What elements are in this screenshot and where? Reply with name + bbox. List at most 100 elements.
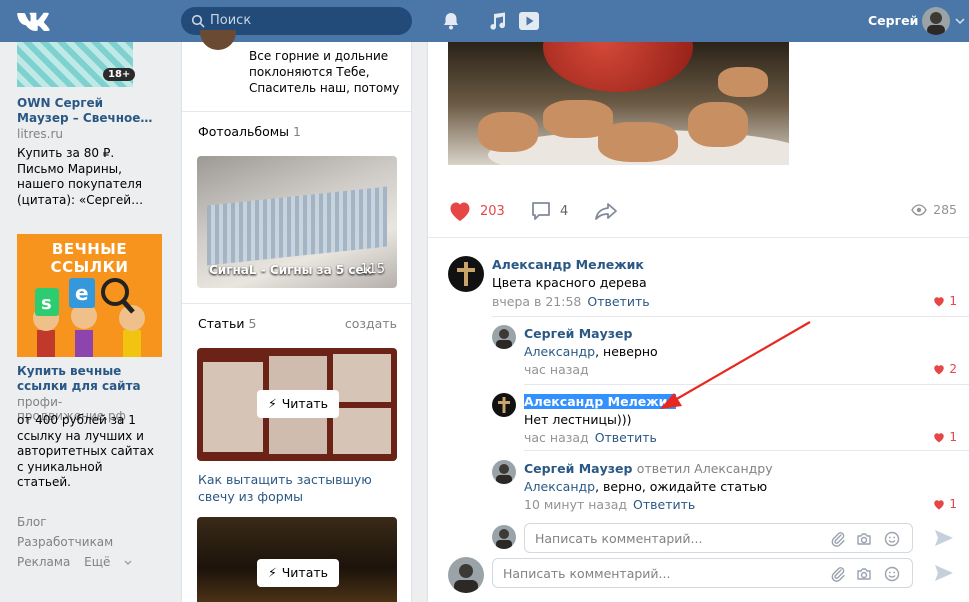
comment-like-button[interactable]: 2 [933,362,957,376]
comment-button[interactable]: 4 [530,200,568,222]
footer-more-label: Ещё [84,555,111,569]
share-arrow-icon [595,203,617,220]
quote-author-avatar[interactable] [200,30,236,50]
comment-like-button[interactable]: 1 [933,430,957,444]
share-button[interactable] [593,200,619,222]
albums-header[interactable]: Фотоальбомы 1 [198,124,301,139]
reply-link[interactable]: Ответить [595,430,657,445]
paperclip-icon[interactable] [830,531,846,547]
user-name[interactable]: Сергей [868,13,918,28]
user-photo-icon [496,329,512,349]
apple-shape [543,42,693,92]
current-user-avatar [448,557,484,593]
comment-time: час назад [524,362,589,377]
annotation-arrow-icon [660,321,811,409]
footer-developers-link[interactable]: Разработчикам [17,535,113,549]
comment-meta: 10 минут назад Ответить [524,497,695,512]
comment-author-link[interactable]: Сергей Маузер [524,326,632,341]
article2-cover[interactable]: ⚡ Читать [197,517,397,602]
like-button[interactable]: 203 [448,200,505,222]
album-cover[interactable]: СигнаL - Сигны за 5 сек 115 [197,156,397,288]
emoji-smile-icon[interactable] [884,531,900,547]
ad2-title-link[interactable]: Купить вечные ссылки для сайта [17,364,157,394]
cover-tile [333,408,391,454]
read-article1-button[interactable]: ⚡ Читать [257,390,339,418]
camera-icon[interactable] [856,531,872,547]
ad1-title-link[interactable]: OWN Сергей Маузер – Свечное… [17,96,157,126]
albums-label: Фотоальбомы [198,124,290,139]
like-count: 203 [480,203,505,219]
post-photo[interactable] [448,42,789,165]
user-photo-icon [496,464,512,484]
comment-text-body: , верно, ожидайте статью [595,479,768,494]
notifications-bell-icon[interactable] [440,10,462,32]
comment-avatar[interactable] [492,393,516,417]
divider [182,111,411,112]
footer-more-link[interactable]: Ещё [84,555,132,569]
cookie-shape [478,112,538,152]
comment-text: Нет лестницы))) [524,412,632,427]
comment-time: вчера в 21:58 [492,294,582,309]
top-header: Поиск Сергей [0,0,969,42]
user-avatar-photo-icon [922,7,950,35]
comment-author-link[interactable]: Александр Мележик [492,257,644,272]
comment-like-button[interactable]: 1 [933,294,957,308]
lightning-icon: ⚡ [267,565,277,580]
comment-text: Александр, верно, ожидайте статью [524,479,767,494]
music-note-icon[interactable] [486,10,508,32]
send-icon[interactable] [933,562,955,584]
mention-link[interactable]: Александр [524,344,595,359]
album-photo-panels [207,186,387,266]
current-user-avatar [492,525,516,549]
main-comment-input[interactable]: Написать комментарий... [492,558,913,588]
heart-icon [934,499,945,509]
ad2-image[interactable]: ВЕЧНЫЕ ССЫЛКИ s e [17,234,162,357]
comment-author-link[interactable]: Сергей Маузер [524,461,632,476]
divider [182,303,411,304]
comment-input-placeholder: Написать комментарий... [535,531,703,546]
reply-comment-input[interactable]: Написать комментарий... [524,523,913,553]
vk-logo-icon[interactable] [16,9,50,33]
comment-avatar[interactable] [492,325,516,349]
reply-link[interactable]: Ответить [587,294,649,309]
articles-header[interactable]: Статьи 5 [198,316,256,331]
emoji-smile-icon[interactable] [884,566,900,582]
ad2-illustration-icon: s e [33,278,145,357]
comment-avatar[interactable] [492,460,516,484]
camera-icon[interactable] [856,566,872,582]
comment-icon [532,202,550,220]
album-photo-count: 115 [360,262,385,277]
divider [524,450,969,451]
chevron-down-icon[interactable] [955,17,965,25]
create-article-link[interactable]: создать [345,316,397,331]
user-photo-icon [454,564,478,593]
svg-text:e: e [75,281,89,305]
views-counter: 285 [911,202,957,217]
comment-like-button[interactable]: 1 [933,497,957,511]
paperclip-icon[interactable] [830,566,846,582]
read-article2-button[interactable]: ⚡ Читать [257,559,339,587]
reply-link[interactable]: Ответить [633,497,695,512]
ad1-domain: litres.ru [17,127,64,141]
comment-time: час назад [524,430,589,445]
comment-like-count: 1 [949,294,957,308]
ads-column: 18+ OWN Сергей Маузер – Свечное… litres.… [0,42,162,602]
article1-cover[interactable]: ⚡ Читать [197,348,397,461]
send-icon[interactable] [933,527,955,549]
article1-title-link[interactable]: Как вытащить застывшую свечу из формы [198,471,398,505]
articles-label: Статьи [198,316,245,331]
cross-avatar-icon [498,397,510,413]
comment-text: Цвета красного дерева [492,275,647,290]
eye-icon [911,203,927,216]
comment-avatar[interactable] [448,256,484,292]
cookie-shape [718,67,768,97]
video-play-icon[interactable] [518,10,540,32]
heart-icon [450,202,470,221]
user-photo-icon [496,529,512,549]
footer-blog-link[interactable]: Блог [17,515,47,529]
user-avatar[interactable] [922,7,950,35]
footer-ads-link[interactable]: Реклама [17,555,70,569]
heart-icon [934,432,945,442]
quote-text: Все горние и дольние поклоняются Тебе, С… [249,49,400,95]
mention-link[interactable]: Александр [524,479,595,494]
